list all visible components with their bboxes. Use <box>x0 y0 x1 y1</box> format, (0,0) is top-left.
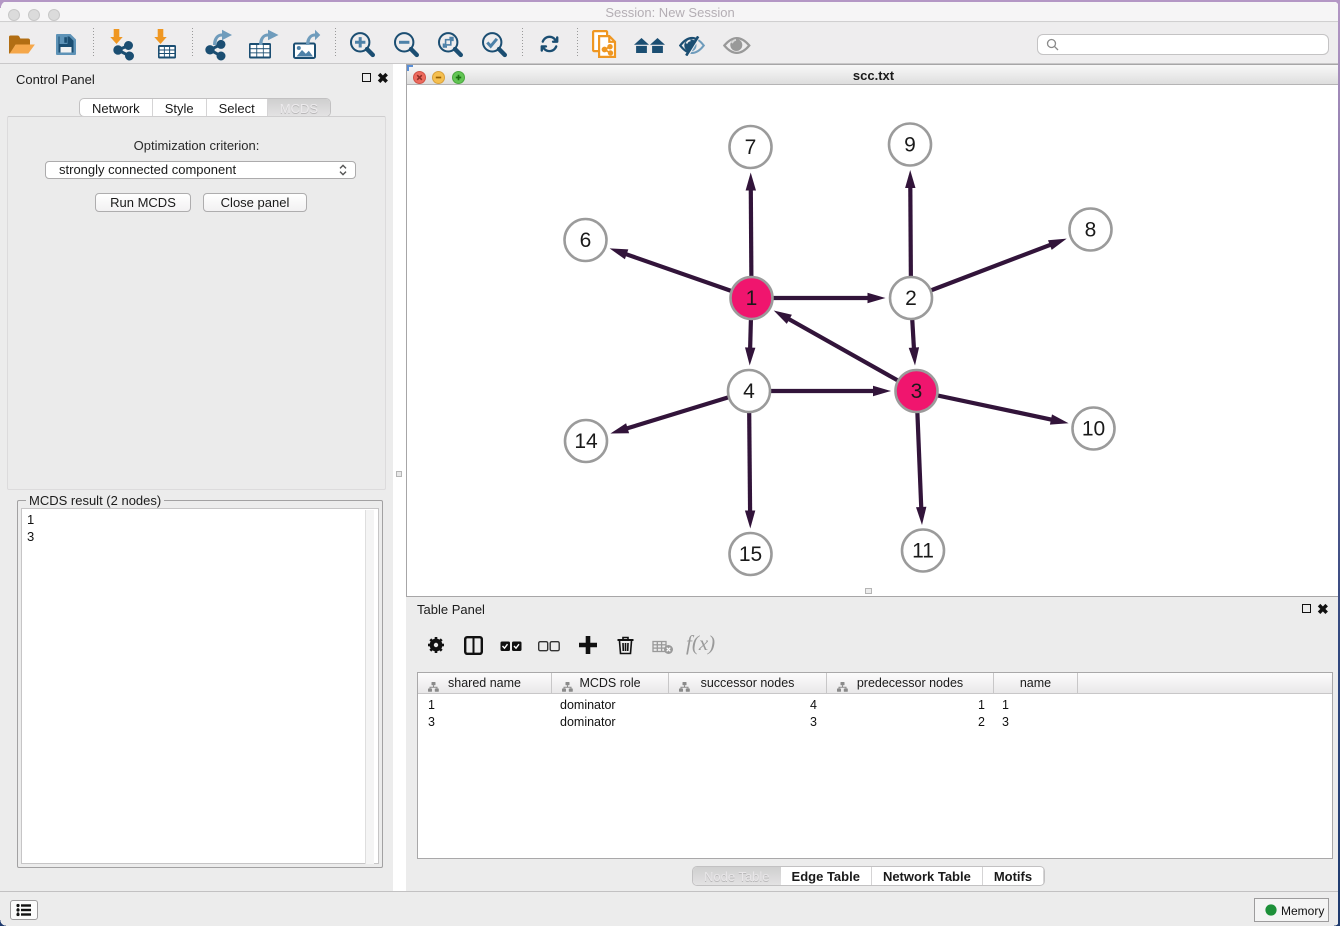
svg-text:3: 3 <box>911 380 923 403</box>
svg-text:7: 7 <box>745 136 757 159</box>
svg-text:1: 1 <box>746 287 758 310</box>
svg-text:4: 4 <box>743 380 755 403</box>
svg-text:8: 8 <box>1085 219 1097 242</box>
svg-text:6: 6 <box>580 229 592 252</box>
svg-text:2: 2 <box>905 287 917 310</box>
svg-text:9: 9 <box>904 134 916 157</box>
svg-text:11: 11 <box>912 540 934 563</box>
svg-text:15: 15 <box>739 543 762 566</box>
svg-text:10: 10 <box>1082 418 1105 441</box>
svg-text:14: 14 <box>574 430 598 453</box>
